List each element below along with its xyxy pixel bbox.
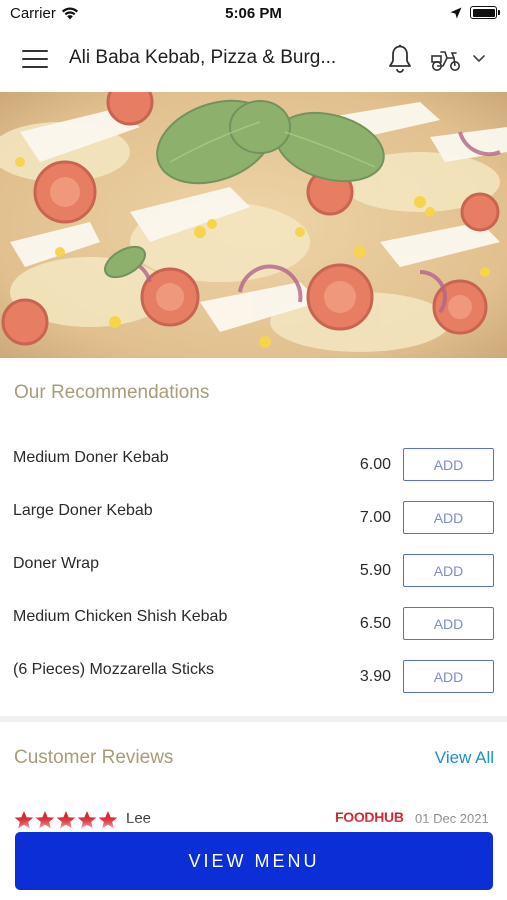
item-price: 6.50 — [359, 615, 391, 632]
add-button[interactable]: ADD — [403, 607, 494, 640]
add-button[interactable]: ADD — [403, 501, 494, 534]
recommendation-item: Medium Doner Kebab 6.00 ADD — [0, 444, 507, 497]
star-icon — [98, 811, 118, 829]
app-header: Ali Baba Kebab, Pizza & Burg... — [0, 28, 507, 90]
section-divider — [0, 716, 507, 722]
item-price: 7.00 — [359, 509, 391, 526]
add-button[interactable]: ADD — [403, 448, 494, 481]
item-name: Medium Chicken Shish Kebab — [13, 608, 228, 625]
star-icon — [77, 811, 97, 829]
star-icon — [35, 811, 55, 829]
pizza-image — [0, 92, 507, 358]
recommendation-item: Medium Chicken Shish Kebab 6.50 ADD — [0, 603, 507, 656]
clock: 5:06 PM — [225, 5, 282, 22]
reviewer-name: Lee — [126, 810, 152, 827]
item-price: 3.90 — [359, 668, 391, 685]
recommendation-item: Doner Wrap 5.90 ADD — [0, 550, 507, 603]
recommendation-item: Large Doner Kebab 7.00 ADD — [0, 497, 507, 550]
location-arrow-icon — [450, 7, 462, 18]
restaurant-title: Ali Baba Kebab, Pizza & Burg... — [69, 47, 337, 68]
star-icon — [56, 811, 76, 829]
item-name: Large Doner Kebab — [13, 502, 153, 519]
view-menu-button[interactable]: VIEW MENU — [15, 832, 493, 890]
bell-icon[interactable] — [387, 44, 413, 74]
chevron-down-icon[interactable] — [472, 54, 486, 64]
status-right — [450, 6, 500, 19]
recommendation-item: (6 Pieces) Mozzarella Sticks 3.90 ADD — [0, 656, 507, 709]
item-name: Doner Wrap — [13, 555, 99, 572]
add-button[interactable]: ADD — [403, 554, 494, 587]
status-bar: Carrier 5:06 PM — [0, 0, 507, 28]
reviews-title: Customer Reviews — [14, 747, 174, 768]
battery-icon — [470, 6, 500, 19]
item-name: (6 Pieces) Mozzarella Sticks — [13, 661, 214, 678]
item-price: 5.90 — [359, 562, 391, 579]
recommendations-title: Our Recommendations — [14, 382, 210, 403]
review-date: 01 Dec 2021 — [415, 811, 489, 826]
delivery-scooter-icon[interactable] — [430, 48, 462, 72]
menu-icon[interactable] — [22, 50, 48, 70]
review-item[interactable]: Lee FOODHUB 01 Dec 2021 — [0, 808, 507, 830]
review-source-logo: FOODHUB — [335, 809, 404, 825]
item-price: 6.00 — [359, 456, 391, 473]
rating-stars — [14, 810, 118, 830]
add-button[interactable]: ADD — [403, 660, 494, 693]
view-all-link[interactable]: View All — [435, 748, 494, 768]
hero-image — [0, 92, 507, 358]
item-name: Medium Doner Kebab — [13, 449, 169, 466]
star-icon — [14, 811, 34, 829]
recommendations-list: Medium Doner Kebab 6.00 ADD Large Doner … — [0, 444, 507, 709]
